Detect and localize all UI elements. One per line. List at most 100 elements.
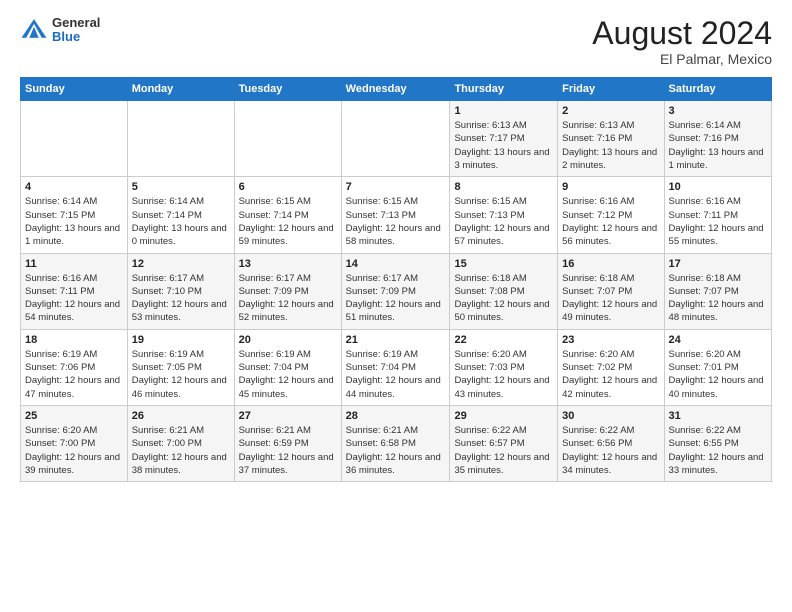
calendar-cell: 5 Sunrise: 6:14 AMSunset: 7:14 PMDaylight…	[127, 177, 234, 253]
day-number: 17	[669, 258, 767, 270]
calendar-cell: 10Sunrise: 6:16 AMSunset: 7:11 PMDayligh…	[664, 177, 771, 253]
day-info: Sunrise: 6:14 AMSunset: 7:16 PMDaylight:…	[669, 119, 767, 172]
page: General Blue August 2024 El Palmar, Mexi…	[0, 0, 792, 612]
calendar-cell	[234, 101, 341, 177]
calendar-cell: 27Sunrise: 6:21 AMSunset: 6:59 PMDayligh…	[234, 405, 341, 481]
calendar-cell: 9 Sunrise: 6:16 AMSunset: 7:12 PMDaylight…	[558, 177, 664, 253]
day-number: 25	[25, 410, 123, 422]
calendar-cell: 29Sunrise: 6:22 AMSunset: 6:57 PMDayligh…	[450, 405, 558, 481]
calendar-cell: 3 Sunrise: 6:14 AMSunset: 7:16 PMDaylight…	[664, 101, 771, 177]
day-number: 21	[346, 334, 446, 346]
calendar-cell: 15Sunrise: 6:18 AMSunset: 7:08 PMDayligh…	[450, 253, 558, 329]
calendar-cell: 25 Sunrise: 6:20 AMSunset: 7:00 PMDayligh…	[21, 405, 128, 481]
calendar-cell: 21 Sunrise: 6:19 AMSunset: 7:04 PMDayligh…	[341, 329, 450, 405]
day-number: 29	[454, 410, 553, 422]
th-saturday: Saturday	[664, 78, 771, 101]
day-number: 16	[562, 258, 659, 270]
logo-icon	[20, 16, 48, 44]
calendar-week-row: 18 Sunrise: 6:19 AMSunset: 7:06 PMDayligh…	[21, 329, 772, 405]
day-number: 9	[562, 181, 659, 193]
calendar-cell: 28 Sunrise: 6:21 AMSunset: 6:58 PMDayligh…	[341, 405, 450, 481]
calendar-cell: 6Sunrise: 6:15 AMSunset: 7:14 PMDaylight…	[234, 177, 341, 253]
day-info: Sunrise: 6:20 AMSunset: 7:03 PMDaylight:…	[454, 348, 553, 401]
th-wednesday: Wednesday	[341, 78, 450, 101]
calendar-cell: 23Sunrise: 6:20 AMSunset: 7:02 PMDayligh…	[558, 329, 664, 405]
calendar-week-row: 4 Sunrise: 6:14 AMSunset: 7:15 PMDaylight…	[21, 177, 772, 253]
calendar-cell: 31Sunrise: 6:22 AMSunset: 6:55 PMDayligh…	[664, 405, 771, 481]
th-thursday: Thursday	[450, 78, 558, 101]
calendar-cell: 14 Sunrise: 6:17 AMSunset: 7:09 PMDayligh…	[341, 253, 450, 329]
day-info: Sunrise: 6:16 AMSunset: 7:12 PMDaylight:…	[562, 195, 659, 248]
day-info: Sunrise: 6:19 AMSunset: 7:04 PMDaylight:…	[346, 348, 446, 401]
logo: General Blue	[20, 16, 100, 45]
logo-general-text: General	[52, 16, 100, 30]
day-number: 28	[346, 410, 446, 422]
calendar-cell: 16 Sunrise: 6:18 AMSunset: 7:07 PMDayligh…	[558, 253, 664, 329]
th-sunday: Sunday	[21, 78, 128, 101]
calendar-cell: 18 Sunrise: 6:19 AMSunset: 7:06 PMDayligh…	[21, 329, 128, 405]
calendar-cell: 1Sunrise: 6:13 AMSunset: 7:17 PMDaylight…	[450, 101, 558, 177]
day-number: 3	[669, 105, 767, 117]
calendar-cell	[21, 101, 128, 177]
th-tuesday: Tuesday	[234, 78, 341, 101]
day-info: Sunrise: 6:19 AMSunset: 7:06 PMDaylight:…	[25, 348, 123, 401]
day-number: 24	[669, 334, 767, 346]
day-info: Sunrise: 6:17 AMSunset: 7:09 PMDaylight:…	[346, 272, 446, 325]
day-number: 13	[239, 258, 337, 270]
day-info: Sunrise: 6:21 AMSunset: 7:00 PMDaylight:…	[132, 424, 230, 477]
day-info: Sunrise: 6:19 AMSunset: 7:04 PMDaylight:…	[239, 348, 337, 401]
day-number: 15	[454, 258, 553, 270]
location: El Palmar, Mexico	[592, 51, 772, 67]
day-info: Sunrise: 6:17 AMSunset: 7:09 PMDaylight:…	[239, 272, 337, 325]
calendar-cell: 17Sunrise: 6:18 AMSunset: 7:07 PMDayligh…	[664, 253, 771, 329]
calendar-cell: 4 Sunrise: 6:14 AMSunset: 7:15 PMDaylight…	[21, 177, 128, 253]
day-number: 18	[25, 334, 123, 346]
calendar-cell: 26Sunrise: 6:21 AMSunset: 7:00 PMDayligh…	[127, 405, 234, 481]
calendar-cell: 20 Sunrise: 6:19 AMSunset: 7:04 PMDayligh…	[234, 329, 341, 405]
day-number: 4	[25, 181, 123, 193]
day-number: 7	[346, 181, 446, 193]
day-number: 5	[132, 181, 230, 193]
calendar-cell: 13 Sunrise: 6:17 AMSunset: 7:09 PMDayligh…	[234, 253, 341, 329]
calendar-cell: 22 Sunrise: 6:20 AMSunset: 7:03 PMDayligh…	[450, 329, 558, 405]
day-number: 14	[346, 258, 446, 270]
day-info: Sunrise: 6:18 AMSunset: 7:07 PMDaylight:…	[562, 272, 659, 325]
day-number: 8	[454, 181, 553, 193]
calendar-cell: 24 Sunrise: 6:20 AMSunset: 7:01 PMDayligh…	[664, 329, 771, 405]
day-info: Sunrise: 6:14 AMSunset: 7:15 PMDaylight:…	[25, 195, 123, 248]
logo-blue-text: Blue	[52, 30, 100, 44]
calendar-cell: 30Sunrise: 6:22 AMSunset: 6:56 PMDayligh…	[558, 405, 664, 481]
day-number: 20	[239, 334, 337, 346]
day-info: Sunrise: 6:21 AMSunset: 6:58 PMDaylight:…	[346, 424, 446, 477]
logo-text: General Blue	[52, 16, 100, 45]
calendar-week-row: 25 Sunrise: 6:20 AMSunset: 7:00 PMDayligh…	[21, 405, 772, 481]
calendar-cell: 12 Sunrise: 6:17 AMSunset: 7:10 PMDayligh…	[127, 253, 234, 329]
day-info: Sunrise: 6:15 AMSunset: 7:13 PMDaylight:…	[346, 195, 446, 248]
title-block: August 2024 El Palmar, Mexico	[592, 16, 772, 67]
day-info: Sunrise: 6:16 AMSunset: 7:11 PMDaylight:…	[25, 272, 123, 325]
th-monday: Monday	[127, 78, 234, 101]
day-info: Sunrise: 6:20 AMSunset: 7:02 PMDaylight:…	[562, 348, 659, 401]
day-number: 6	[239, 181, 337, 193]
day-info: Sunrise: 6:17 AMSunset: 7:10 PMDaylight:…	[132, 272, 230, 325]
day-number: 22	[454, 334, 553, 346]
calendar-cell: 11Sunrise: 6:16 AMSunset: 7:11 PMDayligh…	[21, 253, 128, 329]
day-info: Sunrise: 6:19 AMSunset: 7:05 PMDaylight:…	[132, 348, 230, 401]
day-number: 12	[132, 258, 230, 270]
calendar-cell	[341, 101, 450, 177]
day-number: 31	[669, 410, 767, 422]
calendar-week-row: 11Sunrise: 6:16 AMSunset: 7:11 PMDayligh…	[21, 253, 772, 329]
day-info: Sunrise: 6:13 AMSunset: 7:17 PMDaylight:…	[454, 119, 553, 172]
calendar-cell: 19Sunrise: 6:19 AMSunset: 7:05 PMDayligh…	[127, 329, 234, 405]
calendar-cell: 7 Sunrise: 6:15 AMSunset: 7:13 PMDaylight…	[341, 177, 450, 253]
calendar-cell: 2Sunrise: 6:13 AMSunset: 7:16 PMDaylight…	[558, 101, 664, 177]
day-info: Sunrise: 6:20 AMSunset: 7:01 PMDaylight:…	[669, 348, 767, 401]
header: General Blue August 2024 El Palmar, Mexi…	[20, 16, 772, 67]
day-info: Sunrise: 6:20 AMSunset: 7:00 PMDaylight:…	[25, 424, 123, 477]
day-info: Sunrise: 6:13 AMSunset: 7:16 PMDaylight:…	[562, 119, 659, 172]
day-number: 30	[562, 410, 659, 422]
calendar-header-row: Sunday Monday Tuesday Wednesday Thursday…	[21, 78, 772, 101]
day-info: Sunrise: 6:14 AMSunset: 7:14 PMDaylight:…	[132, 195, 230, 248]
day-info: Sunrise: 6:21 AMSunset: 6:59 PMDaylight:…	[239, 424, 337, 477]
th-friday: Friday	[558, 78, 664, 101]
